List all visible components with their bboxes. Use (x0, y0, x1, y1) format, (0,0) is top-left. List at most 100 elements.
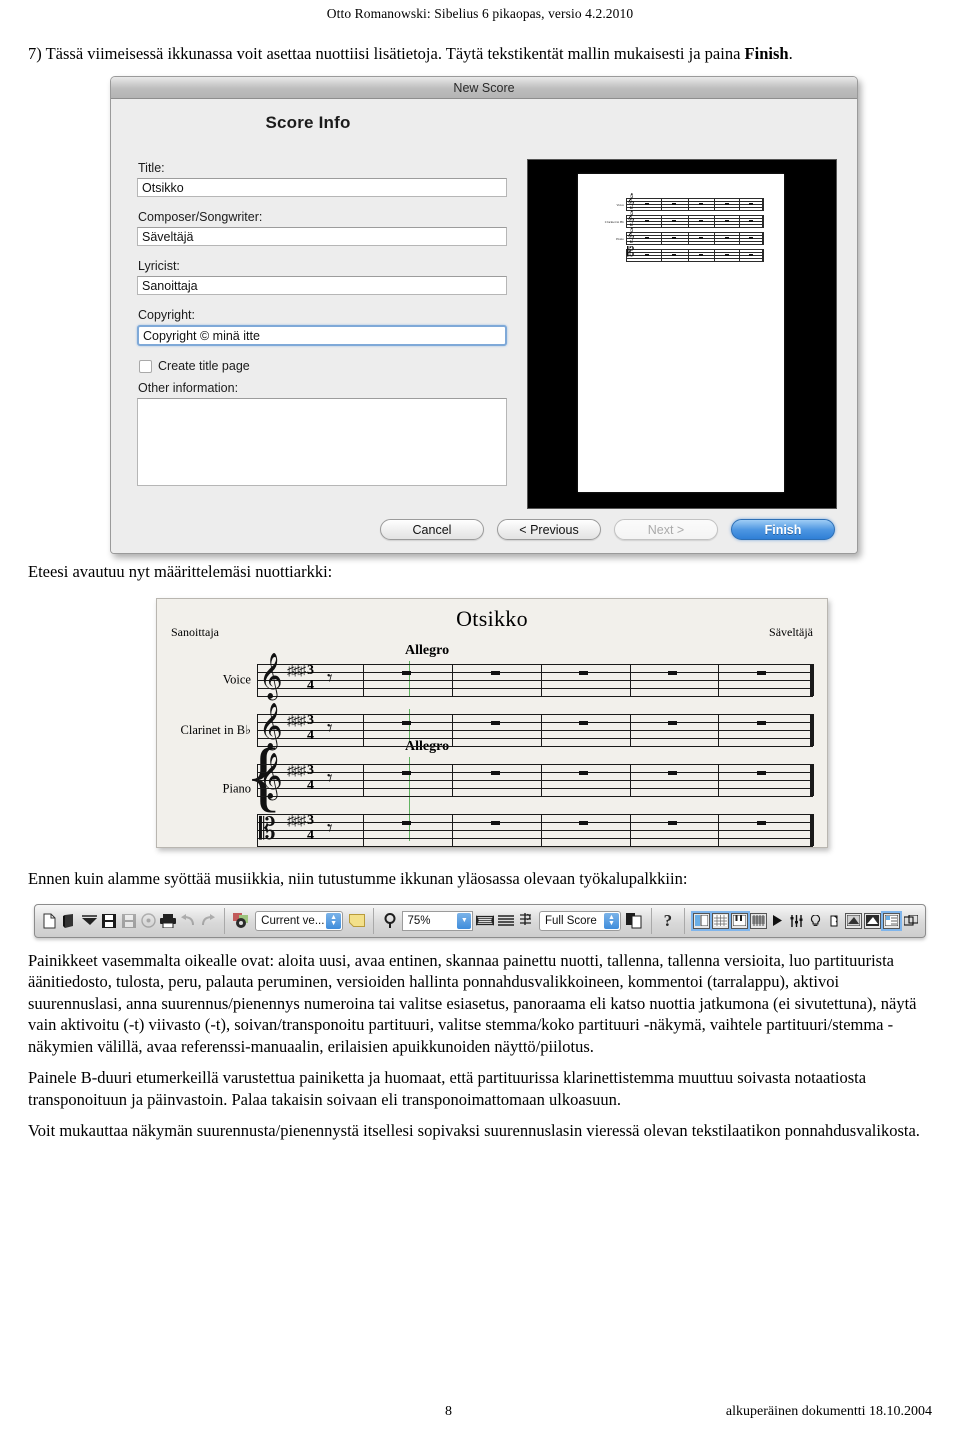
transposing-score-icon[interactable] (517, 909, 534, 933)
treble-clef-icon: 𝄞 (259, 653, 283, 699)
scan-score-icon[interactable] (81, 909, 98, 933)
keypad-panel-icon[interactable] (693, 912, 711, 929)
create-title-page-label: Create title page (158, 359, 250, 373)
redo-icon[interactable] (200, 909, 217, 933)
export-audio-icon[interactable] (140, 909, 157, 933)
finish-button[interactable]: Finish (731, 519, 835, 540)
para-after-dialog: Eteesi avautuu nyt määrittelemäsi nuotti… (28, 562, 333, 581)
key-signature: ♯♯♯ (287, 664, 306, 680)
staff-name-col: Clarinet in B♭ (157, 705, 251, 755)
next-button: Next > (614, 519, 718, 540)
version-dropdown-label: Current ve... (261, 914, 325, 927)
other-information-textarea[interactable] (137, 398, 507, 486)
open-score-icon[interactable] (61, 909, 78, 933)
focus-on-staves-icon[interactable] (497, 909, 514, 933)
fretboard-panel-icon[interactable] (750, 912, 768, 929)
composer-input[interactable]: Säveltäjä (137, 227, 507, 246)
keyboard-panel-icon[interactable] (731, 912, 749, 929)
score-title: Otsikko (456, 606, 528, 632)
comment-icon[interactable] (348, 909, 365, 933)
step-instruction-bold: Finish (744, 44, 789, 63)
key-signature: ♯♯♯ (287, 714, 306, 730)
score-screenshot: Otsikko Sanoittaja Säveltäjä Allegro All… (28, 598, 932, 868)
staff-name: Piano (222, 781, 251, 796)
staff-system: Voice 𝄞 ♯♯♯ 34 𝄾 Clarinet in B♭ 𝄞 ♯♯♯ 3 … (157, 655, 827, 848)
mixer-panel-icon[interactable] (788, 913, 805, 929)
save-version-icon[interactable] (120, 909, 137, 933)
para-before-toolbar: Ennen kuin alamme syöttää musiikkia, nii… (28, 869, 688, 889)
previous-button[interactable]: < Previous (497, 519, 601, 540)
time-signature: 34 (307, 813, 314, 844)
copyright-input[interactable]: Copyright © minä itte (137, 325, 507, 346)
staff-piano-bass: 𝄡 ♯♯♯ 34 𝄾 (257, 813, 814, 848)
version-dropdown[interactable]: Current ve... ▲ ▼ (255, 910, 344, 931)
toolbar-separator (372, 907, 374, 934)
staff-row-clarinet: Clarinet in B♭ 𝄞 ♯♯♯ 34 𝄾 (157, 705, 827, 755)
preview-staff-row: Voice 𝄞 (592, 194, 764, 213)
other-information-label: Other information: (138, 381, 239, 395)
create-title-page-row[interactable]: Create title page (139, 359, 507, 373)
score-preview-page: Voice 𝄞 Clarinet in Bb 𝄞 Piano 𝄞 𝄡 (578, 174, 784, 492)
playback-panel-icon[interactable] (769, 913, 786, 929)
stepper-arrows-icon[interactable]: ▲ ▼ (326, 912, 342, 929)
new-score-dialog-screenshot: New Score Score Info Title: Otsikko Comp… (28, 76, 932, 561)
treble-clef-icon: 𝄞 (627, 210, 635, 225)
dialog-body: Score Info Title: Otsikko Composer/Songw… (111, 99, 857, 553)
key-signature: ♯♯♯ (287, 764, 306, 780)
score-lyricist: Sanoittaja (171, 625, 219, 640)
document-header: Otto Romanowski: Sibelius 6 pikaopas, ve… (326, 6, 634, 21)
step-instruction-text-a: 7) Tässä viimeisessä ikkunassa voit aset… (28, 44, 745, 63)
page-footer: 8 alkuperäinen dokumentti 18.10.2004 (0, 1404, 960, 1420)
new-score-icon[interactable] (41, 909, 58, 933)
ideas-panel-icon[interactable] (807, 913, 824, 929)
navigator-panel-icon[interactable] (712, 912, 730, 929)
magnifier-icon[interactable] (382, 909, 399, 933)
score-composer: Säveltäjä (769, 625, 813, 640)
key-signature: ♯♯♯ (287, 814, 306, 830)
document-page: Otto Romanowski: Sibelius 6 pikaopas, ve… (0, 0, 960, 1442)
create-title-page-checkbox[interactable] (139, 359, 152, 373)
preview-staff-row: Piano 𝄞 (592, 228, 764, 247)
staff-voice: 𝄞 ♯♯♯ 34 𝄾 (257, 656, 814, 698)
switch-parts-icon[interactable] (626, 909, 643, 933)
staff-name: Clarinet in B♭ (180, 723, 251, 738)
treble-clef-icon: 𝄞 (627, 227, 635, 242)
para-bduuri: Painele B-duuri etumerkeillä varustettua… (28, 1068, 867, 1109)
panel-toggle-group (693, 912, 919, 929)
panorama-icon[interactable] (476, 909, 495, 933)
preview-staff-name: Piano (616, 236, 624, 241)
score-view-dropdown[interactable]: Full Score ▲ ▼ (538, 910, 621, 931)
dialog-button-row: Cancel < Previous Next > Finish (111, 519, 857, 540)
cancel-button[interactable]: Cancel (380, 519, 484, 540)
zoom-dropdown-arrow-icon[interactable]: ▼ (457, 912, 472, 929)
score-view-label: Full Score (544, 914, 597, 927)
help-icon[interactable]: ? (660, 909, 677, 933)
save-icon[interactable] (101, 909, 118, 933)
sibelius-toolbar: Current ve... ▲ ▼ 75% ▼ Full Score ▲ ▼ ? (34, 903, 926, 938)
preview-staff-row: Clarinet in Bb 𝄞 (592, 210, 764, 230)
score-info-form: Title: Otsikko Composer/Songwriter: Säve… (137, 161, 507, 486)
preview-staff-row: 𝄡 (592, 245, 764, 264)
stepper-arrows-icon[interactable]: ▲ ▼ (603, 912, 619, 929)
preview-staff: 𝄞 (626, 228, 764, 245)
score-preview-staves: Voice 𝄞 Clarinet in Bb 𝄞 Piano 𝄞 𝄡 (592, 194, 764, 264)
title-input[interactable]: Otsikko (137, 178, 507, 197)
toolbar-separator (684, 907, 686, 934)
zoom-value: 75% (407, 914, 431, 927)
quarter-rest-icon: 𝄾 (327, 666, 333, 691)
toolbar-separator (650, 907, 652, 934)
comments-panel-icon[interactable] (883, 912, 901, 929)
lyricist-input[interactable]: Sanoittaja (137, 276, 507, 295)
print-icon[interactable] (160, 909, 177, 933)
undo-icon[interactable] (180, 909, 197, 933)
quarter-rest-icon: 𝄾 (327, 766, 333, 791)
versions-gear-icon[interactable] (233, 909, 250, 933)
video-panel-icon[interactable] (845, 912, 863, 929)
staff-piano-treble: 𝄞 ♯♯♯ 34 𝄾 (257, 756, 814, 798)
zoom-input[interactable]: 75% ▼ (401, 910, 474, 931)
parts-panel-icon[interactable] (826, 913, 843, 929)
windows-panel-icon[interactable] (902, 913, 919, 929)
transport-panel-icon[interactable] (864, 912, 882, 929)
score-sheet: Otsikko Sanoittaja Säveltäjä Allegro All… (156, 598, 828, 849)
para-zoom: Voit mukauttaa näkymän suurennusta/piene… (28, 1120, 920, 1140)
